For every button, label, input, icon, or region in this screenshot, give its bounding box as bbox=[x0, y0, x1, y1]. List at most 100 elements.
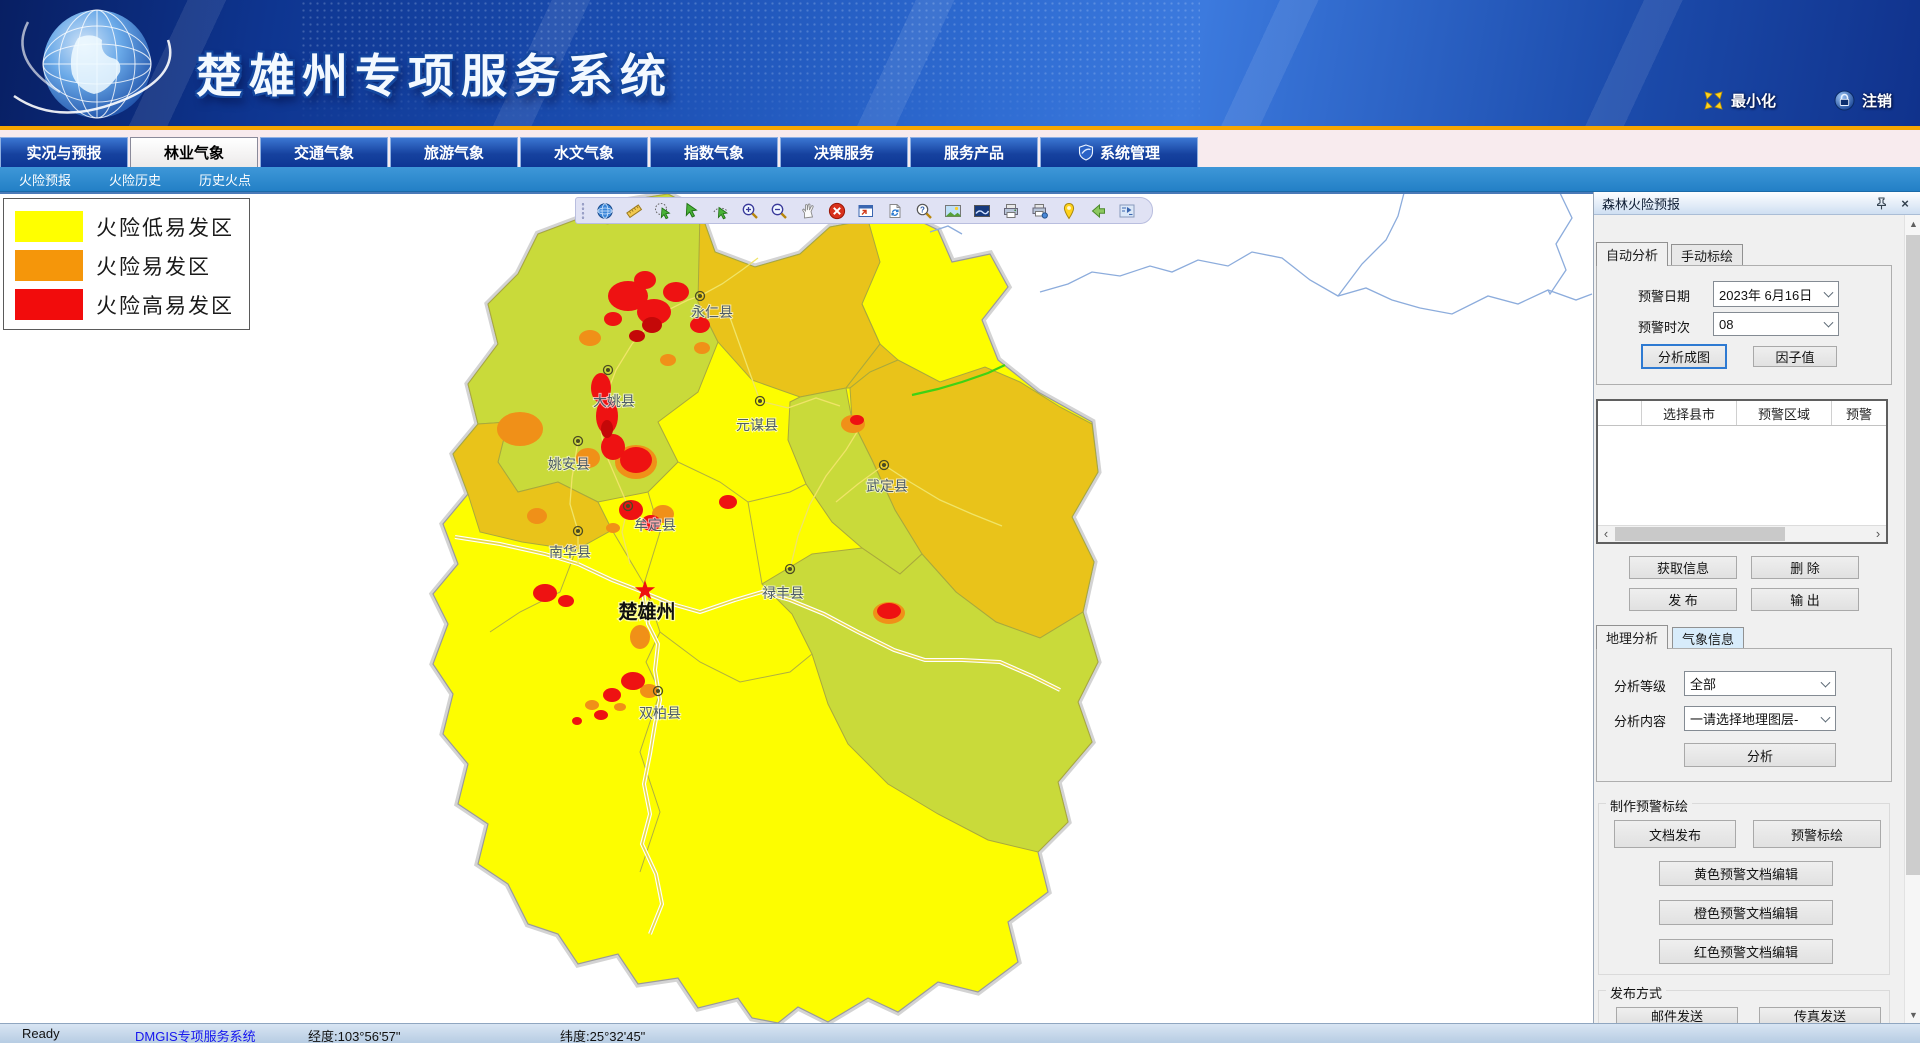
col-area: 预警区域 bbox=[1737, 401, 1832, 425]
tab-manual-plot[interactable]: 手动标绘 bbox=[1671, 244, 1743, 266]
warning-time-select[interactable]: 08 bbox=[1713, 312, 1839, 336]
tab-system-management[interactable]: 系统管理 bbox=[1040, 137, 1198, 167]
tab-traffic-weather[interactable]: 交通气象 bbox=[260, 137, 388, 167]
tab-hydrology-weather[interactable]: 水文气象 bbox=[520, 137, 648, 167]
panel-title: 森林火险预报 bbox=[1602, 194, 1680, 213]
logout-button[interactable]: 注销 bbox=[1834, 90, 1892, 111]
orange-doc-edit-button[interactable]: 橙色预警文档编辑 bbox=[1659, 900, 1833, 925]
zoom-out-icon[interactable] bbox=[770, 202, 788, 220]
chevron-down-icon bbox=[1824, 288, 1834, 298]
stop-icon[interactable] bbox=[828, 202, 846, 220]
back-arrow-icon[interactable] bbox=[1089, 202, 1107, 220]
pan-hand-icon[interactable] bbox=[799, 202, 817, 220]
tab-tourism-weather[interactable]: 旅游气象 bbox=[390, 137, 518, 167]
publish-group-title: 发布方式 bbox=[1606, 983, 1666, 1002]
scroll-up-icon[interactable]: ▲ bbox=[1905, 215, 1920, 232]
export-button[interactable]: 输 出 bbox=[1751, 588, 1859, 611]
analysis-level-label: 分析等级 bbox=[1614, 676, 1666, 695]
tab-forestry-weather[interactable]: 林业气象 bbox=[130, 137, 258, 167]
identify-icon[interactable]: ? bbox=[915, 202, 933, 220]
vscroll-thumb[interactable] bbox=[1906, 235, 1920, 875]
measure-ruler-icon[interactable] bbox=[625, 202, 643, 220]
refresh-icon[interactable] bbox=[886, 202, 904, 220]
legend-swatch-orange bbox=[15, 250, 83, 281]
yellow-doc-edit-button[interactable]: 黄色预警文档编辑 bbox=[1659, 861, 1833, 886]
globe-logo-icon bbox=[0, 0, 195, 126]
print-setup-icon[interactable] bbox=[1031, 202, 1049, 220]
main-tabbar: 实况与预报 林业气象 交通气象 旅游气象 水文气象 指数气象 决策服务 服务产品… bbox=[0, 130, 1920, 167]
warning-plot-button[interactable]: 预警标绘 bbox=[1753, 820, 1881, 848]
chevron-down-icon bbox=[1824, 318, 1834, 328]
chevron-down-icon bbox=[1821, 712, 1831, 722]
tab-weather-info[interactable]: 气象信息 bbox=[1672, 627, 1744, 649]
pin-icon[interactable] bbox=[1060, 202, 1078, 220]
label-yuanmou: 元谋县 bbox=[736, 418, 778, 434]
scroll-left-icon[interactable]: ‹ bbox=[1598, 526, 1614, 542]
col-blank bbox=[1598, 401, 1642, 425]
email-send-button[interactable]: 邮件发送 bbox=[1616, 1007, 1738, 1023]
hscroll-thumb[interactable] bbox=[1615, 527, 1785, 541]
analysis-content-label: 分析内容 bbox=[1614, 711, 1666, 730]
warning-table[interactable]: 选择县市 预警区域 预警 ‹ › bbox=[1596, 399, 1888, 544]
zoom-in-icon[interactable] bbox=[741, 202, 759, 220]
analysis-content-select[interactable]: 一请选择地理图层- bbox=[1684, 706, 1836, 731]
sub-navbar: 火险预报 火险历史 历史火点 bbox=[0, 167, 1920, 192]
minimize-button[interactable]: 最小化 bbox=[1703, 90, 1776, 111]
warning-date-label: 预警日期 bbox=[1638, 286, 1690, 305]
legend-item-low: 火险低易发区 bbox=[4, 207, 249, 246]
full-extent-icon[interactable] bbox=[857, 202, 875, 220]
panel-vscrollbar[interactable]: ▲ ▼ bbox=[1904, 215, 1920, 1023]
subnav-historical-fire-points[interactable]: 历史火点 bbox=[180, 170, 270, 189]
status-bar: Ready DMGIS专项服务系统 经度:103°56'57" 纬度:25°32… bbox=[0, 1023, 1920, 1043]
status-system-name: DMGIS专项服务系统 bbox=[135, 1026, 256, 1043]
scroll-down-icon[interactable]: ▼ bbox=[1905, 1006, 1920, 1023]
logout-label: 注销 bbox=[1862, 90, 1892, 111]
minimize-icon bbox=[1703, 90, 1724, 111]
doc-publish-button[interactable]: 文档发布 bbox=[1614, 820, 1736, 848]
legend: 火险低易发区 火险易发区 火险高易发区 bbox=[3, 198, 250, 330]
analyze-button[interactable]: 分析 bbox=[1684, 743, 1836, 767]
get-info-button[interactable]: 获取信息 bbox=[1629, 556, 1737, 579]
legend-swatch-red bbox=[15, 289, 83, 320]
fax-send-button[interactable]: 传真发送 bbox=[1759, 1007, 1881, 1023]
print-icon[interactable] bbox=[1002, 202, 1020, 220]
tab-geo-analysis[interactable]: 地理分析 bbox=[1596, 625, 1668, 649]
analysis-level-select[interactable]: 全部 bbox=[1684, 671, 1836, 696]
delete-button[interactable]: 删 除 bbox=[1751, 556, 1859, 579]
warning-date-select[interactable]: 2023年 6月16日 bbox=[1713, 281, 1839, 307]
scroll-right-icon[interactable]: › bbox=[1870, 526, 1886, 542]
image-export-icon[interactable] bbox=[944, 202, 962, 220]
warning-time-label: 预警时次 bbox=[1638, 317, 1690, 336]
header-banner: 楚雄州专项服务系统 最小化 注销 bbox=[0, 0, 1920, 126]
subnav-fire-risk-forecast[interactable]: 火险预报 bbox=[0, 170, 90, 189]
analyze-map-button[interactable]: 分析成图 bbox=[1641, 344, 1727, 369]
panel-body: 自动分析 手动标绘 预警日期 2023年 6月16日 预警时次 08 分析成图 … bbox=[1594, 215, 1904, 1023]
red-doc-edit-button[interactable]: 红色预警文档编辑 bbox=[1659, 939, 1833, 964]
subnav-fire-risk-history[interactable]: 火险历史 bbox=[90, 170, 180, 189]
legend-flag-icon[interactable] bbox=[1118, 202, 1136, 220]
select-by-circle-icon[interactable] bbox=[654, 202, 672, 220]
app-title: 楚雄州专项服务系统 bbox=[196, 40, 673, 106]
factor-value-button[interactable]: 因子值 bbox=[1753, 346, 1837, 367]
tab-decision-service[interactable]: 决策服务 bbox=[780, 137, 908, 167]
select-arrow-icon[interactable] bbox=[683, 202, 701, 220]
legend-item-high: 火险高易发区 bbox=[4, 285, 249, 324]
globe-icon[interactable] bbox=[596, 202, 614, 220]
toolbar-grip[interactable] bbox=[581, 202, 585, 220]
tab-auto-analysis[interactable]: 自动分析 bbox=[1596, 242, 1668, 266]
close-panel-icon[interactable]: × bbox=[1896, 195, 1914, 211]
tab-service-products[interactable]: 服务产品 bbox=[910, 137, 1038, 167]
publish-button[interactable]: 发 布 bbox=[1629, 588, 1737, 611]
tab-live-and-forecast[interactable]: 实况与预报 bbox=[0, 137, 128, 167]
shield-icon bbox=[1078, 144, 1094, 161]
legend-swatch-yellow bbox=[15, 211, 83, 242]
status-latitude: 纬度:25°32'45" bbox=[560, 1026, 645, 1043]
pin-panel-icon[interactable] bbox=[1872, 195, 1890, 211]
label-wuding: 武定县 bbox=[866, 479, 908, 495]
label-shuangbai: 双柏县 bbox=[639, 706, 681, 722]
map-swatch-icon[interactable] bbox=[973, 202, 991, 220]
table-hscrollbar[interactable]: ‹ › bbox=[1598, 525, 1886, 542]
warning-table-header: 选择县市 预警区域 预警 bbox=[1598, 401, 1886, 426]
tab-index-weather[interactable]: 指数气象 bbox=[650, 137, 778, 167]
select-rotate-icon[interactable] bbox=[712, 202, 730, 220]
